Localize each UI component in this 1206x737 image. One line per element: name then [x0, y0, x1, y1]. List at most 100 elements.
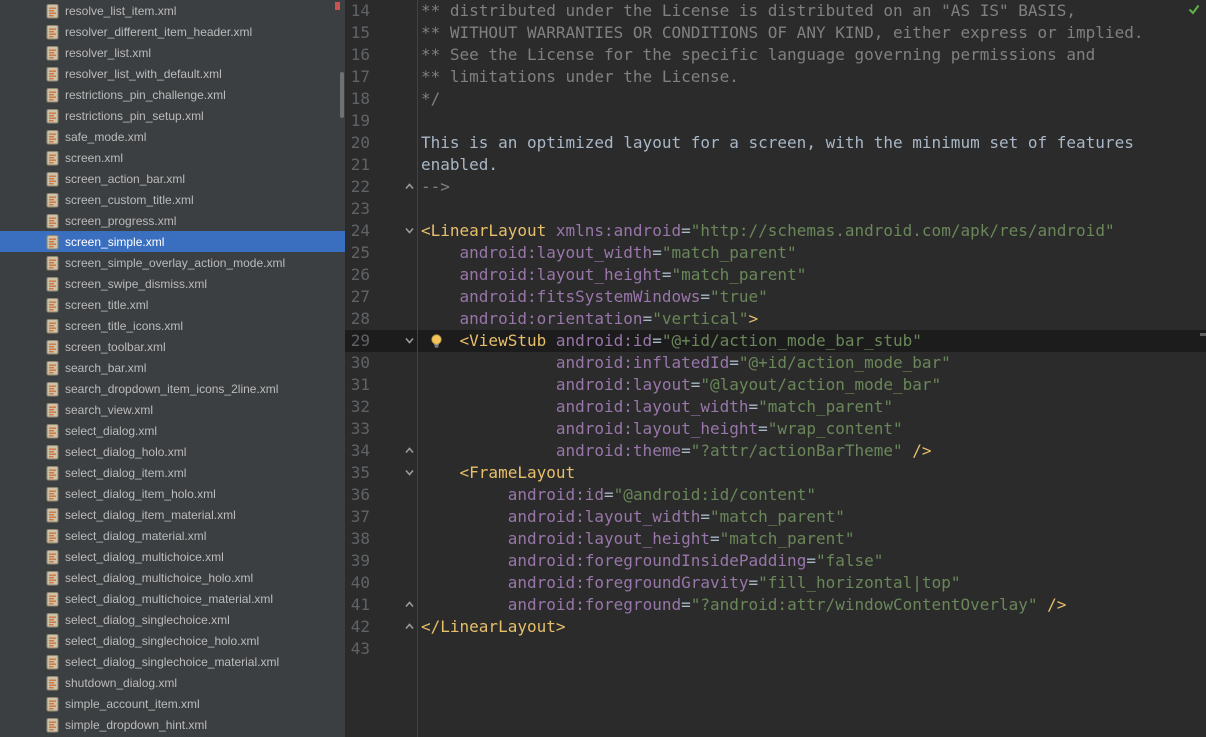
line-number[interactable]: 40 [345, 572, 370, 594]
file-tree-item[interactable]: screen_toolbar.xml [0, 336, 345, 357]
file-tree-item[interactable]: screen_title_icons.xml [0, 315, 345, 336]
line-number[interactable]: 26 [345, 264, 370, 286]
file-tree-item[interactable]: resolver_list.xml [0, 42, 345, 63]
file-tree-item[interactable]: screen_simple_overlay_action_mode.xml [0, 252, 345, 273]
fold-end-icon[interactable] [404, 445, 415, 456]
line-number[interactable]: 31 [345, 374, 370, 396]
code-line[interactable]: 15 ** WITHOUT WARRANTIES OR CONDITIONS OF… [345, 22, 1206, 44]
file-tree-item[interactable]: select_dialog_singlechoice_material.xml [0, 651, 345, 672]
file-tree-item[interactable]: resolve_list_item.xml [0, 0, 345, 21]
file-tree-item[interactable]: select_dialog_multichoice_holo.xml [0, 567, 345, 588]
code-line[interactable]: 30 android:inflatedId="@+id/action_mode_… [345, 352, 1206, 374]
file-tree-item[interactable]: shutdown_dialog.xml [0, 672, 345, 693]
code-line[interactable]: 39 android:foregroundInsidePadding="fals… [345, 550, 1206, 572]
code-line[interactable]: 38 android:layout_height="match_parent" [345, 528, 1206, 550]
code-line[interactable]: 34 android:theme="?attr/actionBarTheme" … [345, 440, 1206, 462]
line-number[interactable]: 38 [345, 528, 370, 550]
file-tree-item[interactable]: screen_swipe_dismiss.xml [0, 273, 345, 294]
code-line[interactable]: 36 android:id="@android:id/content" [345, 484, 1206, 506]
line-number[interactable]: 23 [345, 198, 370, 220]
file-tree-item[interactable]: screen_action_bar.xml [0, 168, 345, 189]
line-number[interactable]: 16 [345, 44, 370, 66]
fold-start-icon[interactable] [404, 467, 415, 478]
code-line[interactable]: 18 */ [345, 88, 1206, 110]
line-number[interactable]: 41 [345, 594, 370, 616]
file-tree-item[interactable]: select_dialog_material.xml [0, 525, 345, 546]
code-line[interactable]: 22 --> [345, 176, 1206, 198]
line-number[interactable]: 24 [345, 220, 370, 242]
file-tree-item[interactable]: screen_title.xml [0, 294, 345, 315]
code-line[interactable]: 35 <FrameLayout [345, 462, 1206, 484]
code-line[interactable]: 31 android:layout="@layout/action_mode_b… [345, 374, 1206, 396]
code-line[interactable]: 42 </LinearLayout> [345, 616, 1206, 638]
line-number[interactable]: 43 [345, 638, 370, 660]
code-line[interactable]: 26 android:layout_height="match_parent" [345, 264, 1206, 286]
line-number[interactable]: 20 [345, 132, 370, 154]
file-tree-item[interactable]: search_dropdown_item_icons_2line.xml [0, 378, 345, 399]
file-tree-item[interactable]: search_view.xml [0, 399, 345, 420]
file-tree-item[interactable]: select_dialog_holo.xml [0, 441, 345, 462]
fold-start-icon[interactable] [404, 335, 415, 346]
code-line[interactable]: 41 android:foreground="?android:attr/win… [345, 594, 1206, 616]
code-line[interactable]: 29 <ViewStub android:id="@+id/action_mod… [345, 330, 1206, 352]
code-line[interactable]: 17 ** limitations under the License. [345, 66, 1206, 88]
code-line[interactable]: 19 [345, 110, 1206, 132]
line-number[interactable]: 34 [345, 440, 370, 462]
file-tree-item[interactable]: screen_custom_title.xml [0, 189, 345, 210]
code-line[interactable]: 27 android:fitsSystemWindows="true" [345, 286, 1206, 308]
sidebar-scrollbar-thumb[interactable] [340, 72, 344, 118]
file-tree-item[interactable]: simple_account_item.xml [0, 693, 345, 714]
intention-lightbulb-icon[interactable] [429, 333, 444, 350]
file-tree-item[interactable]: select_dialog_multichoice.xml [0, 546, 345, 567]
code-line[interactable]: 32 android:layout_width="match_parent" [345, 396, 1206, 418]
file-tree-item[interactable]: screen.xml [0, 147, 345, 168]
code-line[interactable]: 33 android:layout_height="wrap_content" [345, 418, 1206, 440]
code-line[interactable]: 16 ** See the License for the specific la… [345, 44, 1206, 66]
file-tree-item[interactable]: resolver_list_with_default.xml [0, 63, 345, 84]
file-tree-item[interactable]: select_dialog_item_holo.xml [0, 483, 345, 504]
line-number[interactable]: 19 [345, 110, 370, 132]
line-number[interactable]: 42 [345, 616, 370, 638]
file-tree-item[interactable]: safe_mode.xml [0, 126, 345, 147]
file-tree-item[interactable]: search_bar.xml [0, 357, 345, 378]
file-tree-item[interactable]: simple_dropdown_hint.xml [0, 714, 345, 735]
line-number[interactable]: 33 [345, 418, 370, 440]
file-tree-item[interactable]: restrictions_pin_challenge.xml [0, 84, 345, 105]
line-number[interactable]: 22 [345, 176, 370, 198]
file-tree-item[interactable]: select_dialog_multichoice_material.xml [0, 588, 345, 609]
line-number[interactable]: 36 [345, 484, 370, 506]
line-number[interactable]: 14 [345, 0, 370, 22]
line-number[interactable]: 29 [345, 330, 370, 352]
line-number[interactable]: 21 [345, 154, 370, 176]
code-line[interactable]: 14 ** distributed under the License is di… [345, 0, 1206, 22]
line-number[interactable]: 15 [345, 22, 370, 44]
line-number[interactable]: 35 [345, 462, 370, 484]
line-number[interactable]: 25 [345, 242, 370, 264]
line-number[interactable]: 39 [345, 550, 370, 572]
file-tree-item[interactable]: select_dialog_singlechoice_holo.xml [0, 630, 345, 651]
line-number[interactable]: 17 [345, 66, 370, 88]
file-tree-item[interactable]: resolver_different_item_header.xml [0, 21, 345, 42]
file-tree-item[interactable]: screen_simple.xml [0, 231, 345, 252]
file-tree-item[interactable]: select_dialog_singlechoice.xml [0, 609, 345, 630]
fold-start-icon[interactable] [404, 225, 415, 236]
fold-end-icon[interactable] [404, 621, 415, 632]
file-tree-item[interactable]: select_dialog_item_material.xml [0, 504, 345, 525]
line-number[interactable]: 32 [345, 396, 370, 418]
line-number[interactable]: 28 [345, 308, 370, 330]
code-line[interactable]: 37 android:layout_width="match_parent" [345, 506, 1206, 528]
file-tree-item[interactable]: screen_progress.xml [0, 210, 345, 231]
fold-end-icon[interactable] [404, 599, 415, 610]
inspections-ok-check-icon[interactable] [1187, 2, 1201, 16]
file-tree-item[interactable]: select_dialog.xml [0, 420, 345, 441]
line-number[interactable]: 37 [345, 506, 370, 528]
file-tree-item[interactable]: restrictions_pin_setup.xml [0, 105, 345, 126]
code-line[interactable]: 20 This is an optimized layout for a scre… [345, 132, 1206, 154]
code-line[interactable]: 25 android:layout_width="match_parent" [345, 242, 1206, 264]
line-number[interactable]: 30 [345, 352, 370, 374]
code-line[interactable]: 28 android:orientation="vertical"> [345, 308, 1206, 330]
code-line[interactable]: 40 android:foregroundGravity="fill_horiz… [345, 572, 1206, 594]
line-number[interactable]: 27 [345, 286, 370, 308]
code-line[interactable]: 43 [345, 638, 1206, 660]
code-line[interactable]: 23 [345, 198, 1206, 220]
